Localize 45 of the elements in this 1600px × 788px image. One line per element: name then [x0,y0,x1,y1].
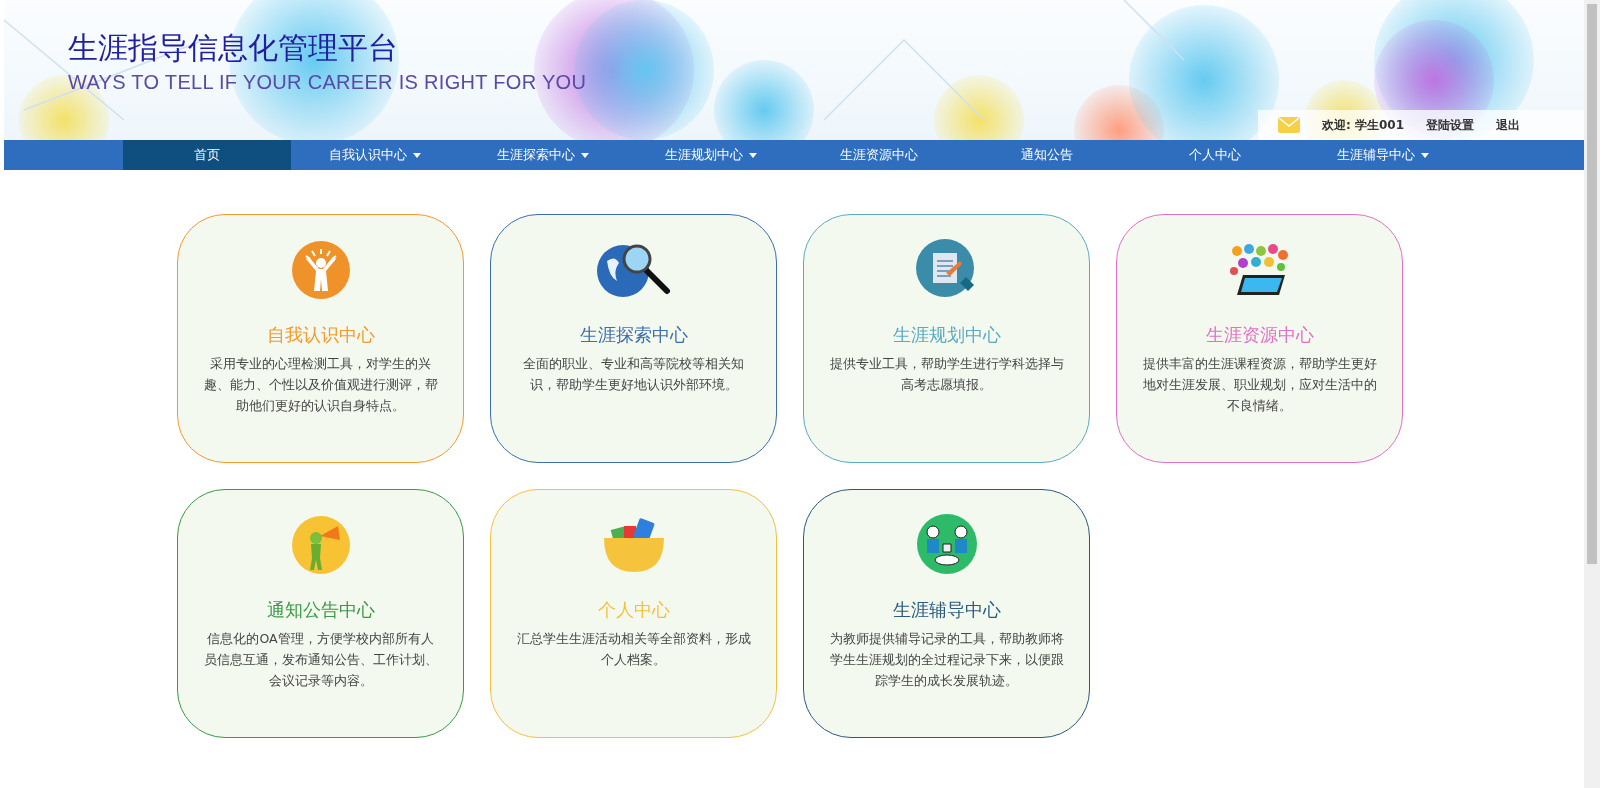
caret-icon [749,152,757,158]
nav-tab[interactable]: 生涯探索中心 [459,140,627,170]
person-icon [291,241,350,299]
caret-icon [581,152,589,158]
scrollbar[interactable] [1584,0,1600,788]
caret-icon [413,152,421,158]
megaphone-figure-icon [291,516,350,574]
nav-tab[interactable]: 生涯辅导中心 [1299,140,1467,170]
header-link[interactable]: 退出 [1496,116,1520,134]
mail-icon[interactable] [1277,117,1300,133]
nav-tab[interactable]: 首页 [123,140,291,170]
card-title: 通知公告中心 [266,598,375,622]
module-card[interactable]: 生涯探索中心 全面的职业、专业和高等院校等相关知识，帮助学生更好地认识外部环境。 [490,214,777,463]
nav-tab[interactable]: 生涯资源中心 [795,140,963,170]
header-link[interactable]: 登陆设置 [1426,116,1474,134]
card-description: 采用专业的心理检测工具，对学生的兴趣、能力、个性以及价值观进行测评，帮助他们更好的认识自身特点。 [202,355,439,415]
nav-tab[interactable]: 自我认识中心 [291,140,459,170]
module-card[interactable]: 自我认识中心 采用专业的心理检测工具，对学生的兴趣、能力、个性以及价值观进行测评，帮助他们更好的认识自身特点。 [177,214,464,463]
site-title: 生涯指导信息化管理平台 [68,29,399,67]
module-card[interactable]: 生涯规划中心 提供专业工具，帮助学生进行学科选择与高考志愿填报。 [803,214,1090,463]
module-card[interactable]: 生涯资源中心 提供丰富的生涯课程资源，帮助学生更好地对生涯发展、职业规划，应对生活中的不良情绪。 [1116,214,1403,463]
meeting-people-icon [916,514,977,574]
card-description: 为教师提供辅导记录的工具，帮助教师将学生生涯规划的全过程记录下来，以便跟踪学生的成长发展轨迹。 [828,630,1065,690]
card-title: 生涯探索中心 [579,323,688,347]
caret-icon [1421,152,1429,158]
card-title: 个人中心 [597,598,670,622]
card-description: 提供专业工具，帮助学生进行学科选择与高考志愿填报。 [828,355,1065,394]
nav-tab[interactable]: 个人中心 [1131,140,1299,170]
module-card[interactable]: 个人中心 汇总学生生涯活动相关等全部资料，形成个人档案。 [490,489,777,738]
card-title: 自我认识中心 [266,323,375,347]
card-title: 生涯规划中心 [892,323,1001,347]
card-description: 汇总学生生涯活动相关等全部资料，形成个人档案。 [515,630,752,669]
module-card[interactable]: 生涯辅导中心 为教师提供辅导记录的工具，帮助教师将学生生涯规划的全过程记录下来，以便跟踪学生的成长发展轨迹。 [803,489,1090,738]
bowl-cards-icon [601,518,666,574]
card-description: 信息化的OA管理，方便学校内部所有人员信息互通，发布通知公告、工作计划、会议记录等内容。 [202,630,439,690]
card-description: 提供丰富的生涯课程资源，帮助学生更好地对生涯发展、职业规划，应对生活中的不良情绪。 [1141,355,1378,415]
card-description: 全面的职业、专业和高等院校等相关知识，帮助学生更好地认识外部环境。 [522,355,745,394]
card-title: 生涯辅导中心 [892,598,1001,622]
module-card[interactable]: 通知公告中心 信息化的OA管理，方便学校内部所有人员信息互通，发布通知公告、工作计划、会议记录等内容。 [177,489,464,738]
nav-tab[interactable]: 生涯规划中心 [627,140,795,170]
welcome-text: 欢迎: 学生001 [1321,116,1404,134]
scrollbar-thumb[interactable] [1587,4,1597,564]
nav-tab[interactable]: 通知公告 [963,140,1131,170]
site-subtitle: WAYS TO TELL IF YOUR CAREER IS RIGHT FOR YOU [68,71,587,94]
card-title: 生涯资源中心 [1205,323,1314,347]
